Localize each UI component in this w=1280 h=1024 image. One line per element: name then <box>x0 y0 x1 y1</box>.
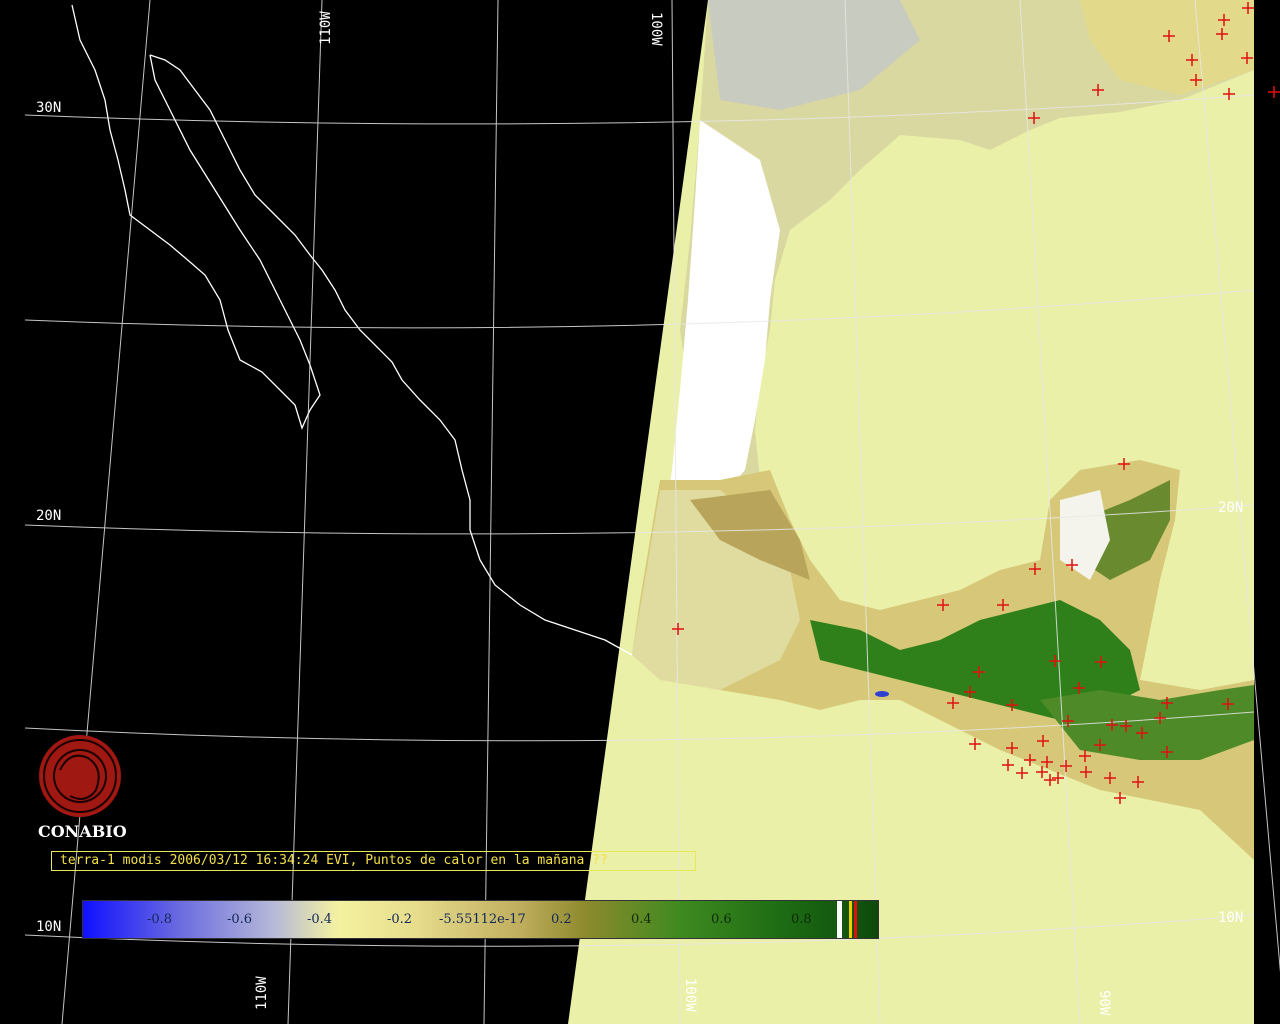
colorbar-red-swatch <box>854 901 857 938</box>
colorbar-tick: 0.6 <box>711 912 732 927</box>
lon-label-100w-bottom: 100W <box>682 978 698 1012</box>
right-edge-strip <box>1254 0 1280 1024</box>
conabio-logo-emblem <box>39 735 121 817</box>
colorbar-tick: -0.4 <box>307 912 333 927</box>
lat-label-10n-left: 10N <box>36 919 61 935</box>
lat-label-20n-left: 20N <box>36 508 61 524</box>
lon-label-110w-bottom: 110W <box>254 976 270 1010</box>
conabio-logo-text: CONABIO <box>38 822 127 841</box>
colorbar-yellow-swatch <box>849 901 852 938</box>
lon-label-90w-bottom: 90W <box>1096 990 1112 1016</box>
lat-label-10n-right: 10N <box>1218 910 1243 926</box>
lon-label-110w-top: 110W <box>318 11 334 45</box>
colorbar-tick: -0.6 <box>227 912 253 927</box>
colorbar-tick: 0.2 <box>551 912 572 927</box>
lagoon <box>875 691 889 697</box>
lon-label-100w-top: 100W <box>648 12 664 46</box>
colorbar-tick: 0.4 <box>631 912 652 927</box>
colorbar-tick: -0.2 <box>387 912 413 927</box>
image-caption: terra-1 modis 2006/03/12 16:34:24 EVI, P… <box>51 851 696 871</box>
colorbar-tick: -5.55112e-17 <box>439 912 526 927</box>
colorbar-cloud-swatch <box>837 901 842 938</box>
colorbar-tick: -0.8 <box>147 912 173 927</box>
lat-label-30n: 30N <box>36 100 61 116</box>
evi-colorbar: -0.8 -0.6 -0.4 -0.2 -5.55112e-17 0.2 0.4… <box>82 900 879 939</box>
lat-label-20n-right: 20N <box>1218 500 1243 516</box>
colorbar-tick: 0.8 <box>791 912 812 927</box>
